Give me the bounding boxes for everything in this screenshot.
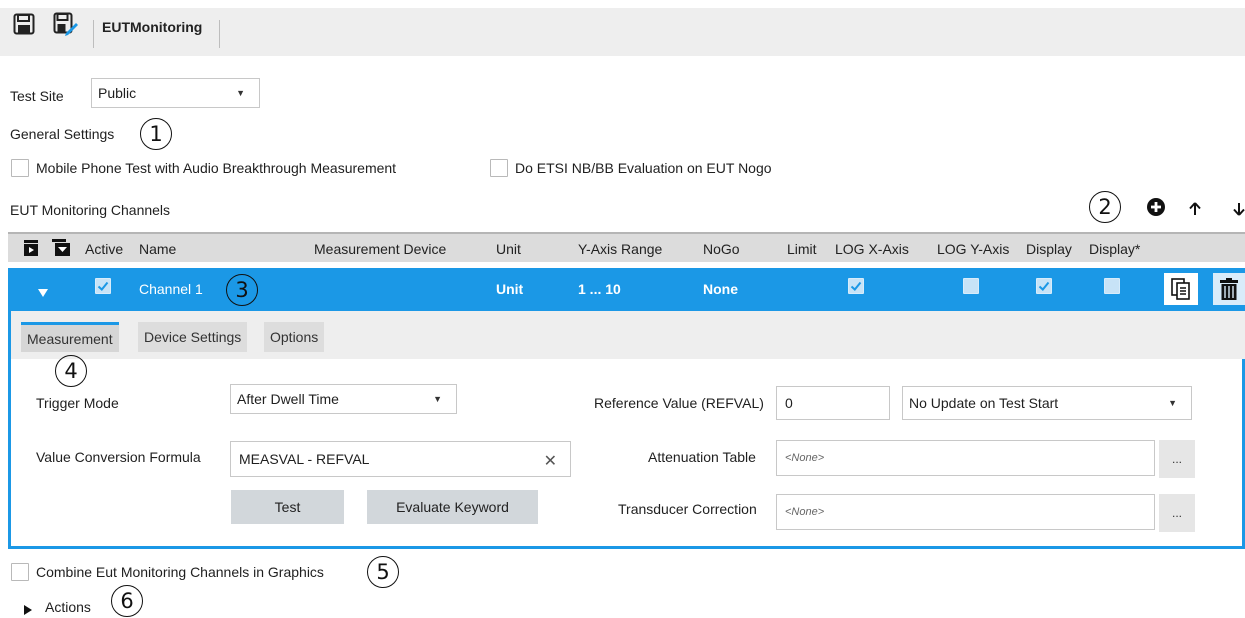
attenuation-value: <None> — [785, 452, 825, 464]
document-title: EUTMonitoring — [102, 19, 203, 35]
row-expand-icon[interactable] — [38, 284, 48, 300]
toolbar-divider — [93, 20, 94, 48]
formula-value: MEASVAL - REFVAL — [239, 451, 370, 467]
refval-mode-select[interactable]: No Update on Test Start ▼ — [902, 386, 1192, 420]
toolbar-divider — [219, 20, 220, 48]
callout-1: 1 — [140, 118, 172, 150]
formula-label: Value Conversion Formula — [36, 449, 201, 465]
callout-3: 3 — [226, 274, 258, 306]
callout-4: 4 — [55, 355, 87, 387]
display-star-checkbox[interactable] — [1104, 278, 1120, 294]
channel-y-range: 1 ... 10 — [578, 281, 621, 297]
attenuation-input[interactable]: <None> — [776, 440, 1155, 476]
column-display[interactable]: Display — [1026, 241, 1072, 257]
combine-channels-checkbox[interactable] — [11, 563, 29, 581]
column-active[interactable]: Active — [85, 241, 123, 257]
clear-icon[interactable]: ✕ — [544, 451, 557, 471]
attenuation-browse-button[interactable]: ... — [1159, 440, 1195, 478]
transducer-value: <None> — [785, 506, 825, 518]
test-site-label: Test Site — [10, 88, 64, 104]
callout-6: 6 — [111, 585, 143, 617]
add-icon[interactable] — [1142, 193, 1170, 221]
trigger-mode-value: After Dwell Time — [237, 391, 339, 407]
chevron-down-icon: ▼ — [1168, 398, 1177, 408]
etsi-evaluation-label: Do ETSI NB/BB Evaluation on EUT Nogo — [515, 160, 772, 176]
actions-label[interactable]: Actions — [45, 599, 91, 615]
move-down-icon[interactable] — [1225, 195, 1245, 223]
move-up-icon[interactable] — [1181, 195, 1209, 223]
copy-icon[interactable] — [1164, 273, 1198, 305]
column-name[interactable]: Name — [139, 241, 176, 257]
test-button[interactable]: Test — [231, 490, 344, 524]
refval-mode-value: No Update on Test Start — [909, 395, 1059, 411]
trigger-mode-select[interactable]: After Dwell Time ▼ — [230, 384, 457, 414]
channel-unit: Unit — [496, 281, 524, 297]
column-log-y-axis[interactable]: LOG Y-Axis — [937, 241, 1009, 257]
audio-breakthrough-label: Mobile Phone Test with Audio Breakthroug… — [36, 160, 397, 176]
column-nogo[interactable]: NoGo — [703, 241, 740, 257]
attenuation-label: Attenuation Table — [648, 449, 756, 465]
column-y-axis-range[interactable]: Y-Axis Range — [578, 241, 662, 257]
display-checkbox[interactable] — [1036, 278, 1052, 294]
log-y-checkbox[interactable] — [963, 278, 979, 294]
refval-label: Reference Value (REFVAL) — [594, 395, 764, 411]
transducer-input[interactable]: <None> — [776, 494, 1155, 530]
test-site-select[interactable]: Public ▼ — [91, 78, 260, 108]
audio-breakthrough-checkbox[interactable] — [11, 159, 29, 177]
chevron-down-icon: ▼ — [236, 88, 245, 98]
callout-2: 2 — [1089, 191, 1121, 223]
general-settings-label: General Settings — [10, 126, 115, 142]
evaluate-keyword-button[interactable]: Evaluate Keyword — [367, 490, 538, 524]
expand-all-icon[interactable] — [24, 240, 38, 259]
refval-input[interactable]: 0 — [776, 386, 890, 420]
callout-5: 5 — [367, 556, 399, 588]
active-checkbox[interactable] — [95, 278, 111, 294]
transducer-label: Transducer Correction — [618, 501, 757, 517]
etsi-evaluation-checkbox[interactable] — [490, 159, 508, 177]
column-unit[interactable]: Unit — [496, 241, 521, 257]
formula-input[interactable]: MEASVAL - REFVAL ✕ — [230, 441, 571, 477]
collapse-all-icon[interactable] — [52, 239, 70, 259]
column-limit[interactable]: Limit — [787, 241, 817, 257]
trigger-mode-label: Trigger Mode — [36, 395, 119, 411]
expand-actions-icon[interactable] — [24, 602, 32, 618]
refval-value: 0 — [785, 395, 793, 411]
save-icon[interactable] — [10, 7, 38, 41]
column-log-x-axis[interactable]: LOG X-Axis — [835, 241, 909, 257]
channel-name[interactable]: Channel 1 — [139, 281, 203, 297]
transducer-browse-button[interactable]: ... — [1159, 494, 1195, 532]
test-site-value: Public — [98, 85, 137, 101]
column-measurement-device[interactable]: Measurement Device — [314, 241, 446, 257]
channels-label: EUT Monitoring Channels — [10, 202, 171, 218]
channel-nogo: None — [703, 281, 738, 297]
log-x-checkbox[interactable] — [848, 278, 864, 294]
column-display-star[interactable]: Display* — [1089, 241, 1140, 257]
combine-channels-label: Combine Eut Monitoring Channels in Graph… — [36, 564, 324, 580]
save-as-icon[interactable] — [52, 7, 80, 41]
chevron-down-icon: ▼ — [433, 394, 442, 404]
tab-measurement[interactable]: Measurement — [21, 322, 119, 352]
tab-device-settings[interactable]: Device Settings — [138, 322, 248, 352]
tab-options[interactable]: Options — [264, 322, 325, 352]
delete-icon[interactable] — [1213, 273, 1245, 305]
